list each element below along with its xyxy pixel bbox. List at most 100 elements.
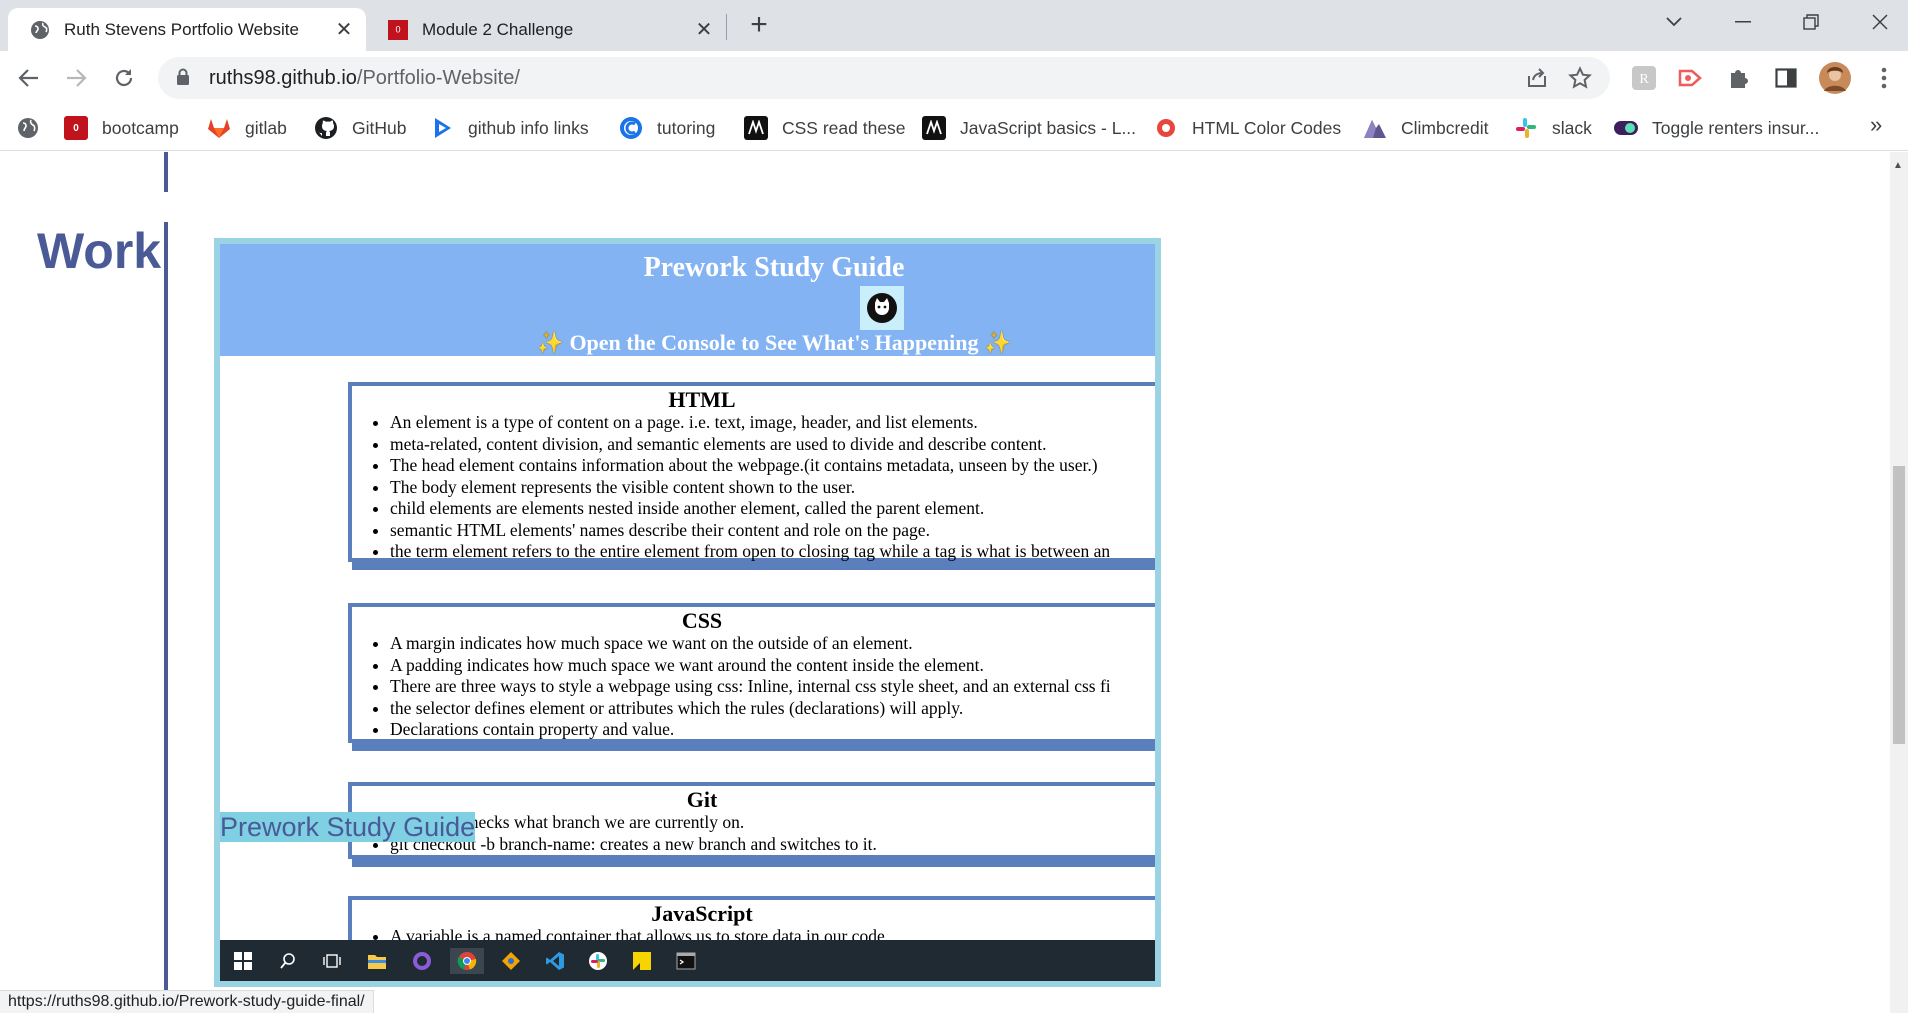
list-item: the term element refers to the entire el…	[390, 541, 1155, 563]
preview-subtitle-text: Open the Console to See What's Happening	[569, 330, 979, 355]
bookmark-apps[interactable]	[16, 113, 40, 143]
tab-module-2[interactable]: 0 Module 2 Challenge ✕	[366, 8, 726, 51]
chrome-icon	[450, 948, 484, 974]
reload-button[interactable]	[106, 60, 142, 96]
bookmark-label: JavaScript basics - L...	[960, 117, 1137, 138]
project-preview-card[interactable]: Prework Study Guide ✨ Open the Console t…	[214, 238, 1161, 987]
bookmark-label: gitlab	[245, 117, 287, 138]
bookmark-climbcredit[interactable]: Climbcredit	[1363, 113, 1489, 143]
sparkle-icon: ✨	[536, 330, 564, 355]
list-item: An element is a type of content on a pag…	[390, 412, 1155, 434]
tab-strip: Ruth Stevens Portfolio Website ✕ 0 Modul…	[0, 0, 1908, 51]
slack-app-icon	[585, 948, 611, 974]
terminal-icon	[673, 948, 699, 974]
list-item: semantic HTML elements' names describe t…	[390, 520, 1155, 542]
sourcetree-icon	[498, 948, 524, 974]
scrollbar-thumb[interactable]	[1893, 466, 1905, 744]
tab-title: Ruth Stevens Portfolio Website	[64, 19, 299, 39]
bookmark-github[interactable]: GitHub	[314, 113, 406, 143]
browser-toolbar: ruths98.github.io/Portfolio-Website/ R	[0, 51, 1908, 105]
project-link-label[interactable]: Prework Study Guide	[220, 812, 476, 842]
tab-portfolio[interactable]: Ruth Stevens Portfolio Website ✕	[8, 8, 366, 51]
windows-start-icon	[230, 948, 256, 974]
list-item: Declarations contain property and value.	[390, 719, 1155, 741]
preview-header: Prework Study Guide ✨ Open the Console t…	[220, 244, 1155, 356]
restore-button[interactable]	[1779, 0, 1843, 44]
close-icon[interactable]: ✕	[692, 18, 716, 42]
bookmark-gitlab[interactable]: gitlab	[207, 113, 287, 143]
sticky-notes-icon	[629, 948, 655, 974]
search-icon	[275, 948, 301, 974]
page-viewport: Work Prework Study Guide ✨ Open the Cons…	[0, 152, 1890, 1013]
url-path: /Portfolio-Website/	[356, 67, 520, 89]
scroll-up-icon[interactable]: ▲	[1893, 160, 1903, 171]
bookmark-slack[interactable]: slack	[1514, 113, 1592, 143]
section-list: An element is a type of content on a pag…	[352, 412, 1155, 563]
close-icon[interactable]: ✕	[332, 18, 356, 42]
bookmark-tutoring[interactable]: tutoring	[619, 113, 715, 143]
bookmarks-overflow-icon[interactable]: »	[1870, 112, 1882, 138]
bookmark-label: slack	[1552, 117, 1592, 138]
list-item: meta-related, content division, and sema…	[390, 434, 1155, 456]
forward-button[interactable]	[58, 60, 94, 96]
bookmark-label: tutoring	[657, 117, 716, 138]
share-icon[interactable]	[1526, 67, 1548, 94]
globe-icon	[16, 116, 40, 140]
bookmark-star-icon[interactable]	[1568, 66, 1592, 95]
bookmark-toggle-renters[interactable]: Toggle renters insur...	[1614, 113, 1819, 143]
lock-icon[interactable]	[176, 68, 190, 91]
new-tab-button[interactable]: +	[743, 10, 775, 42]
project-link[interactable]: Prework Study Guide	[220, 812, 476, 843]
medium-icon	[744, 116, 768, 140]
url-host: ruths98.github.io	[209, 67, 357, 89]
bookmark-label: CSS read these	[782, 117, 906, 138]
minimize-button[interactable]	[1711, 0, 1775, 44]
bootcamp-icon: 0	[388, 19, 408, 40]
menu-kebab-icon[interactable]	[1870, 64, 1898, 92]
github-icon	[314, 116, 338, 140]
section-heading: CSS	[681, 608, 723, 633]
bookmark-html-color-codes[interactable]: HTML Color Codes	[1154, 113, 1341, 143]
list-item: the selector defines element or attribut…	[390, 698, 1155, 720]
section-heading: HTML	[668, 387, 736, 412]
tab-title: Module 2 Challenge	[422, 19, 574, 39]
tab-search-icon[interactable]	[1642, 0, 1706, 44]
list-item: git checkout -b branch-name: creates a n…	[390, 834, 1155, 856]
preview-subtitle: ✨ Open the Console to See What's Happeni…	[220, 330, 1155, 356]
climb-icon	[1363, 116, 1387, 140]
bookmark-label: Toggle renters insur...	[1652, 117, 1820, 138]
gitlab-icon	[207, 116, 231, 140]
bookmark-javascript-basics[interactable]: JavaScript basics - L...	[922, 113, 1136, 143]
bookmark-label: GitHub	[352, 117, 407, 138]
preview-title: Prework Study Guide	[643, 252, 905, 283]
bootcamp-icon: 0	[64, 116, 88, 140]
url-text[interactable]: ruths98.github.io/Portfolio-Website/	[209, 67, 520, 90]
extensions-puzzle-icon[interactable]	[1724, 64, 1752, 92]
vscode-icon	[542, 948, 568, 974]
bookmark-label: HTML Color Codes	[1192, 117, 1342, 138]
list-item: A margin indicates how much space we wan…	[390, 633, 1155, 655]
bookmarks-bar: 0 bootcamp gitlab GitHub github info lin…	[0, 105, 1908, 151]
list-item: The body element represents the visible …	[390, 477, 1155, 499]
play-icon	[430, 116, 454, 140]
bookmark-github-info-links[interactable]: github info links	[430, 113, 589, 143]
extension-record-icon[interactable]	[1676, 64, 1704, 92]
list-item: The head element contains information ab…	[390, 455, 1155, 477]
address-bar[interactable]: ruths98.github.io/Portfolio-Website/	[158, 57, 1610, 99]
back-button[interactable]	[11, 60, 47, 96]
tab-separator	[726, 14, 727, 40]
bookmark-label: bootcamp	[102, 117, 179, 138]
task-view-icon	[319, 948, 345, 974]
medium-icon	[922, 116, 946, 140]
extension-r-icon[interactable]: R	[1630, 64, 1658, 92]
svg-text:R: R	[1639, 72, 1649, 87]
close-window-button[interactable]	[1848, 0, 1908, 44]
section-divider	[164, 222, 168, 1013]
profile-avatar[interactable]	[1818, 61, 1852, 95]
bookmark-css-read-these[interactable]: CSS read these	[744, 113, 906, 143]
side-panel-icon[interactable]	[1772, 64, 1800, 92]
list-item: A padding indicates how much space we wa…	[390, 655, 1155, 677]
html-section: HTML An element is a type of content on …	[348, 382, 1155, 562]
section-heading: JavaScript	[651, 901, 753, 926]
bookmark-bootcamp[interactable]: 0 bootcamp	[64, 113, 179, 143]
